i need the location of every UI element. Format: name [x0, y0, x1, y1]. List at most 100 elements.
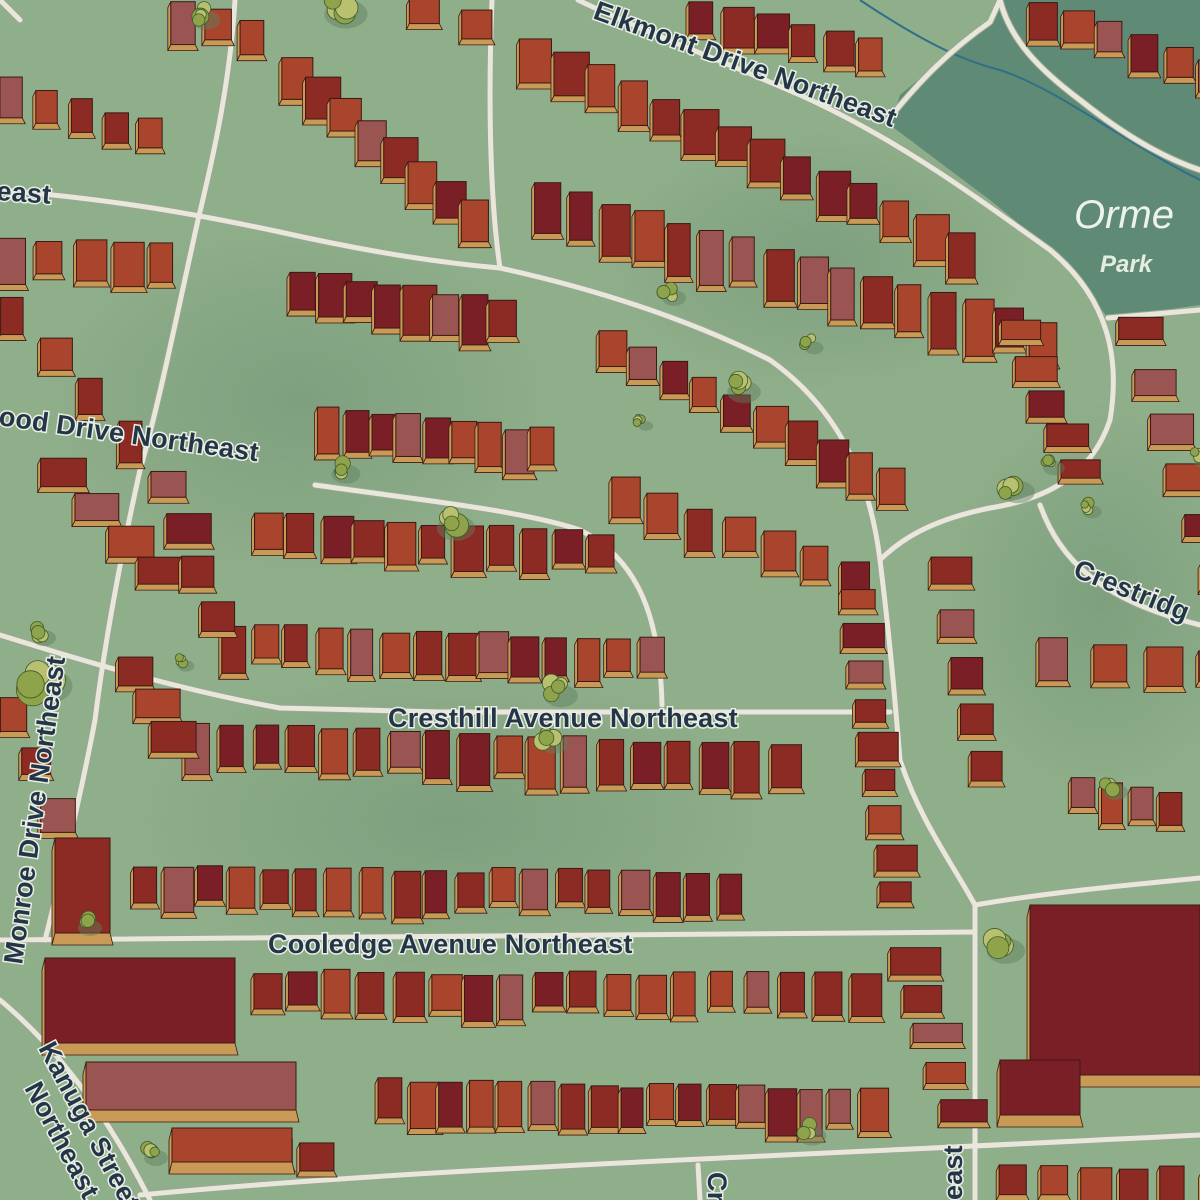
house[interactable] — [286, 271, 319, 317]
house[interactable] — [531, 182, 565, 240]
house[interactable] — [1115, 316, 1167, 346]
house[interactable] — [354, 972, 388, 1020]
street-label-cresthill[interactable]: Cresthill Avenue Northeast — [387, 702, 740, 735]
house[interactable] — [507, 636, 543, 684]
house[interactable] — [454, 872, 488, 914]
house[interactable] — [554, 867, 587, 909]
house[interactable] — [617, 1087, 647, 1134]
house[interactable] — [557, 1083, 589, 1136]
house[interactable] — [698, 741, 733, 795]
house[interactable] — [32, 241, 66, 281]
house[interactable] — [160, 866, 198, 919]
house[interactable] — [635, 974, 671, 1021]
house[interactable] — [493, 735, 527, 780]
house[interactable] — [460, 974, 497, 1028]
house[interactable] — [320, 968, 354, 1020]
house[interactable] — [663, 740, 694, 790]
house[interactable] — [392, 971, 429, 1023]
building-large[interactable] — [41, 957, 239, 1056]
house[interactable] — [518, 528, 551, 580]
house[interactable] — [865, 805, 905, 841]
house[interactable] — [458, 9, 496, 46]
house[interactable] — [565, 970, 600, 1014]
house[interactable] — [0, 237, 30, 291]
house[interactable] — [352, 727, 384, 777]
house[interactable] — [313, 406, 343, 461]
house[interactable] — [318, 728, 352, 781]
house[interactable] — [574, 638, 604, 688]
house[interactable] — [811, 971, 846, 1022]
house[interactable] — [937, 1099, 991, 1129]
map-canvas[interactable]: Elkmont Drive Northeast east ood Drive N… — [0, 0, 1200, 1200]
house[interactable] — [683, 508, 716, 558]
house[interactable] — [1025, 2, 1062, 47]
house[interactable] — [284, 971, 321, 1012]
house[interactable] — [587, 1085, 623, 1134]
house[interactable] — [764, 1088, 801, 1143]
house[interactable] — [962, 298, 998, 363]
house[interactable] — [178, 555, 218, 594]
house[interactable] — [664, 223, 694, 283]
house[interactable] — [894, 284, 925, 339]
house[interactable] — [652, 872, 684, 923]
house[interactable] — [716, 873, 746, 921]
house[interactable] — [315, 627, 347, 676]
house[interactable] — [995, 1164, 1030, 1200]
house[interactable] — [827, 267, 858, 327]
house[interactable] — [0, 296, 27, 341]
house[interactable] — [250, 973, 286, 1016]
house[interactable] — [405, 0, 444, 31]
house[interactable] — [636, 636, 669, 679]
house[interactable] — [225, 866, 259, 915]
house[interactable] — [1181, 514, 1200, 543]
house[interactable] — [280, 624, 311, 668]
house[interactable] — [282, 512, 318, 559]
house[interactable] — [695, 229, 727, 292]
house[interactable] — [147, 470, 190, 504]
house[interactable] — [474, 421, 505, 473]
house[interactable] — [967, 750, 1006, 788]
house[interactable] — [129, 866, 161, 910]
house[interactable] — [922, 1061, 970, 1090]
house[interactable] — [721, 516, 760, 558]
house[interactable] — [854, 731, 902, 768]
house[interactable] — [1127, 786, 1157, 827]
house[interactable] — [371, 284, 404, 335]
street-label-cooledge[interactable]: Cooledge Avenue Northeast — [267, 928, 634, 961]
house[interactable] — [515, 38, 556, 90]
house[interactable] — [1163, 46, 1197, 84]
house[interactable] — [284, 724, 319, 773]
house[interactable] — [1043, 423, 1093, 453]
house[interactable] — [1077, 1167, 1115, 1200]
house[interactable] — [322, 867, 355, 918]
building-large[interactable] — [82, 1061, 300, 1123]
street-label-east-top[interactable]: east — [0, 175, 54, 212]
house[interactable] — [595, 738, 628, 792]
house[interactable] — [602, 638, 634, 678]
house[interactable] — [114, 656, 157, 693]
house[interactable] — [1156, 1165, 1187, 1200]
house[interactable] — [608, 476, 644, 525]
house[interactable] — [730, 740, 763, 800]
building-large[interactable] — [168, 1127, 296, 1175]
house[interactable] — [706, 970, 737, 1013]
house[interactable] — [796, 256, 833, 310]
house[interactable] — [675, 1083, 705, 1127]
house[interactable] — [779, 156, 815, 201]
house[interactable] — [1060, 10, 1099, 50]
house[interactable] — [147, 720, 200, 759]
street-label-east-bottom[interactable]: east — [937, 1144, 970, 1200]
house[interactable] — [1131, 369, 1180, 403]
house[interactable] — [1093, 20, 1126, 59]
house[interactable] — [374, 1077, 406, 1125]
house[interactable] — [379, 632, 414, 679]
house[interactable] — [598, 204, 634, 263]
house[interactable] — [350, 520, 388, 564]
house[interactable] — [527, 1080, 559, 1132]
house[interactable] — [649, 99, 684, 142]
house[interactable] — [760, 530, 800, 578]
house[interactable] — [936, 609, 978, 644]
house[interactable] — [167, 1, 199, 51]
house[interactable] — [1195, 650, 1200, 688]
house[interactable] — [909, 1022, 967, 1049]
